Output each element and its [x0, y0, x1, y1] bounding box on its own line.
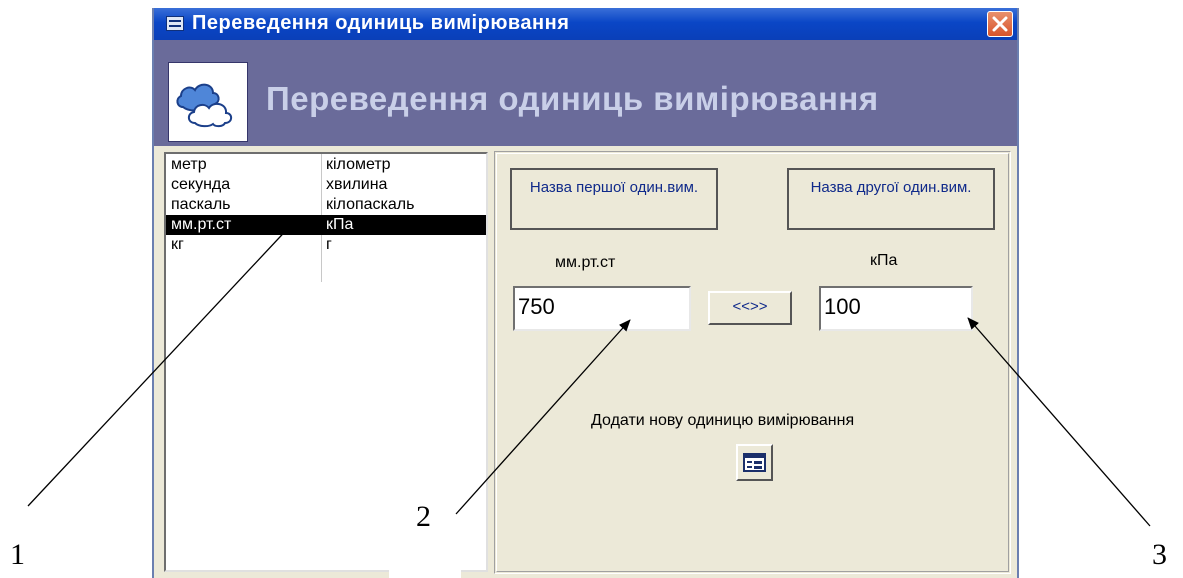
- annotation-arrow-3: [967, 317, 1151, 527]
- annotation-label-1: 1: [10, 538, 25, 571]
- annotation-label-2: 2: [416, 500, 431, 533]
- annotation-label-3: 3: [1152, 538, 1167, 571]
- annotation-arrow-2: [455, 319, 631, 515]
- annotation-arrows: [27, 222, 1151, 527]
- annotation-arrow-1: [27, 222, 294, 507]
